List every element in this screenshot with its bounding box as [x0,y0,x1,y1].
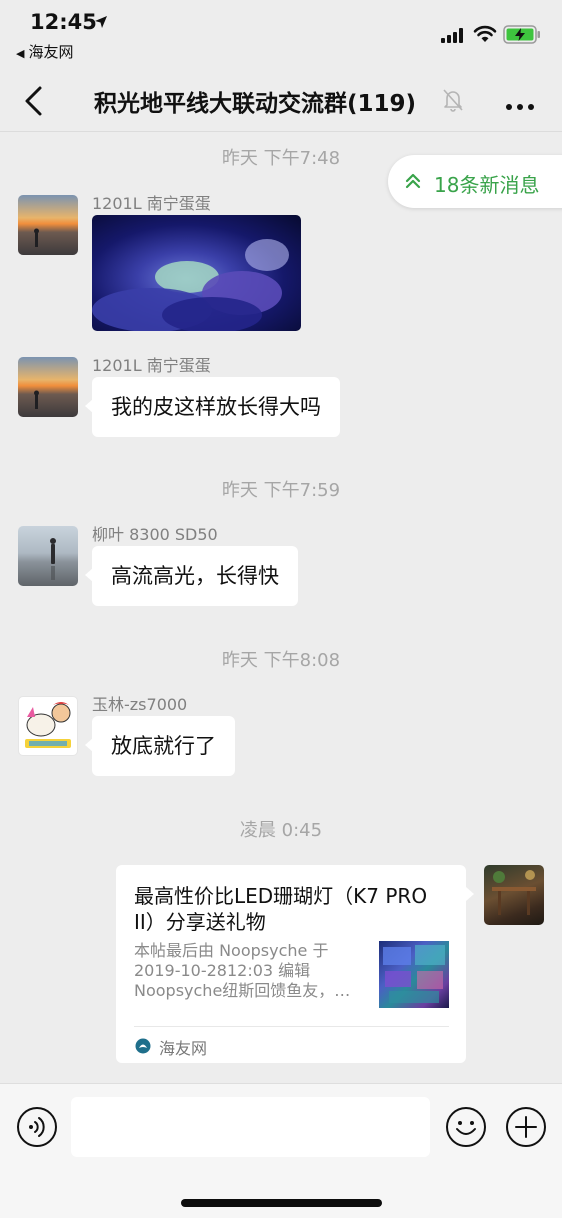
new-messages-label: 18条新消息 [434,173,540,197]
link-card-source: 海友网 [159,1039,208,1058]
sender-name: 玉林-zs7000 [92,695,188,714]
link-card-desc-line: Noopsyche纽斯回馈鱼友，… [134,981,351,1000]
chat-title: 积光地平线大联动交流群(119) [94,91,417,117]
status-bar: 12:45 ◀ 海友网 [0,0,562,70]
status-time: 12:45 [30,10,97,34]
input-bar [0,1083,562,1218]
bell-slash-icon [442,88,464,116]
message-timestamp: 凌晨 0:45 [239,820,323,841]
emoji-button[interactable] [445,1106,487,1152]
text-message-bubble[interactable]: 放底就行了 [85,716,235,776]
source-logo-icon [135,1038,151,1058]
home-indicator[interactable] [181,1199,382,1207]
sender-name: 柳叶 8300 SD50 [92,525,218,544]
image-message[interactable] [92,215,301,331]
link-card-description: 本帖最后由 Noopsyche 于 2019-10-2812:03 编辑 Noo… [134,941,370,1001]
wifi-icon [473,25,497,47]
battery-charging-icon [503,25,541,48]
sender-name: 1201L 南宁蛋蛋 [92,194,211,213]
my-avatar[interactable] [484,865,544,925]
avatar[interactable] [18,526,78,586]
link-card-desc-line: 2019-10-2812:03 编辑 [134,961,311,980]
link-card-divider [134,1026,449,1027]
link-card-title: 最高性价比LED珊瑚灯（K7 PRO II）分享送礼物 [134,884,428,934]
back-to-app-link[interactable]: ◀ 海友网 [16,41,73,62]
back-triangle-icon: ◀ [16,47,25,60]
message-timestamp: 昨天 下午8:08 [221,650,341,671]
new-messages-button[interactable]: 18条新消息 [388,155,562,208]
avatar[interactable] [18,696,78,756]
link-card-thumbnail [379,941,449,1008]
sender-name: 1201L 南宁蛋蛋 [92,356,211,375]
back-app-label: 海友网 [28,43,74,61]
more-actions-button[interactable] [505,1106,547,1152]
more-options-button[interactable] [505,96,535,115]
message-input[interactable] [71,1097,430,1157]
location-arrow-icon [94,14,108,33]
back-button[interactable] [20,84,50,118]
link-card-message[interactable]: 最高性价比LED珊瑚灯（K7 PRO II）分享送礼物 本帖最后由 Noopsy… [116,865,474,1063]
voice-input-button[interactable] [16,1106,58,1152]
double-chevron-up-icon [404,172,422,194]
link-card-desc-line: 本帖最后由 Noopsyche 于 [134,941,329,960]
cellular-signal-icon [441,28,465,47]
text-message-bubble[interactable]: 高流高光，长得快 [85,546,298,606]
text-message-bubble[interactable]: 我的皮这样放长得大吗 [85,377,340,437]
message-timestamp: 昨天 下午7:59 [221,480,341,501]
avatar[interactable] [18,195,78,255]
avatar[interactable] [18,357,78,417]
chat-header: 积光地平线大联动交流群(119) [0,70,562,132]
